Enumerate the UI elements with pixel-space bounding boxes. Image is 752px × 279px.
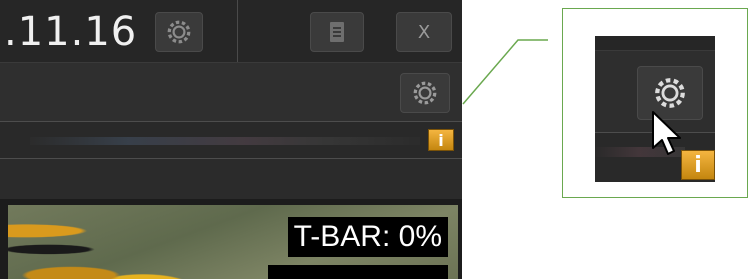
zoom-info-button[interactable]: i [681, 150, 715, 180]
mouse-pointer-icon [652, 111, 681, 155]
gear-icon [655, 78, 685, 108]
zoom-callout: i [562, 8, 748, 198]
zoom-view: i [595, 36, 715, 182]
zoom-top-band [595, 36, 715, 51]
info-icon: i [694, 152, 702, 178]
